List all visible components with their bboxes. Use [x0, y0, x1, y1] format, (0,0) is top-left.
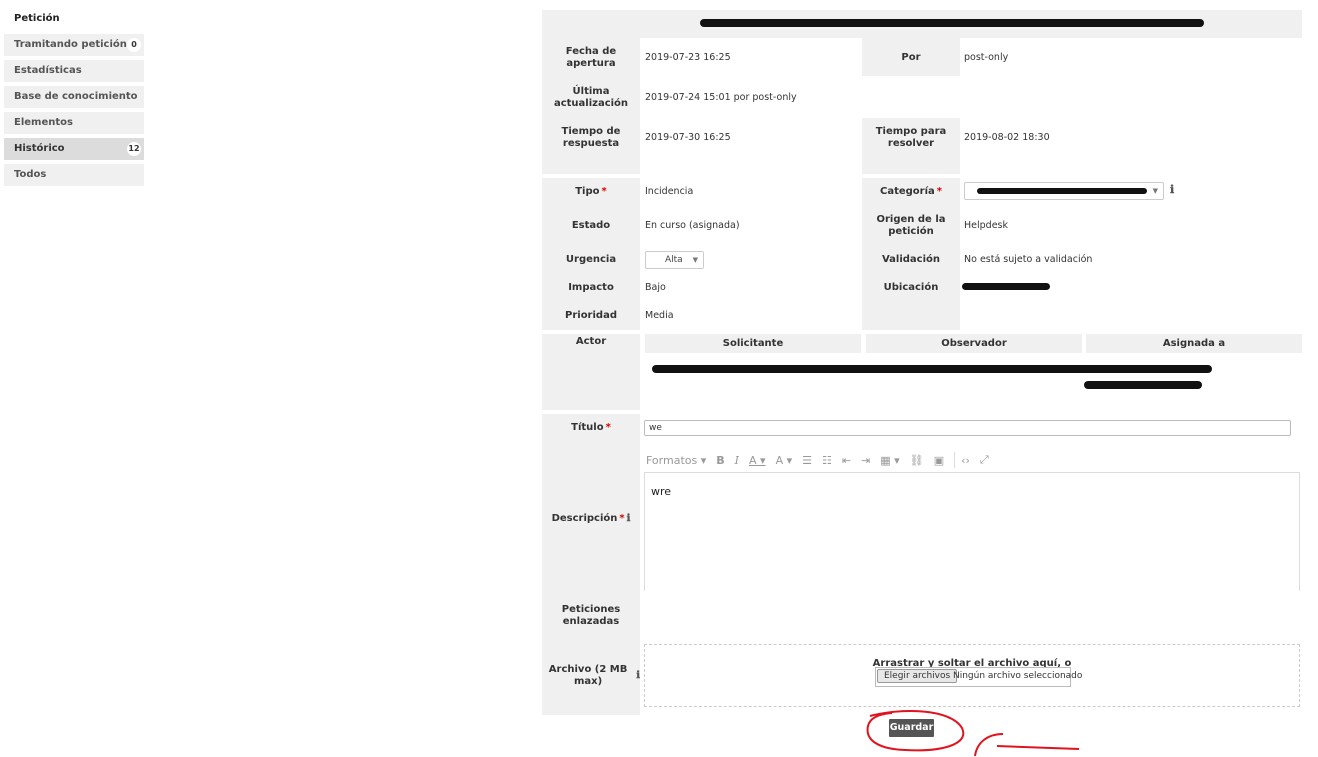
impacto-value: Bajo [645, 282, 666, 293]
chevron-down-icon: ▼ [692, 256, 698, 264]
count-badge: 12 [127, 142, 141, 156]
formats-dropdown[interactable]: Formatos ▾ [646, 454, 706, 467]
required-mark: * [601, 186, 607, 197]
linked-tickets-label: Peticiones enlazadas [561, 604, 621, 627]
fullscreen-icon[interactable]: ⤢ [980, 453, 989, 467]
sidebar-item-estadisticas[interactable]: Estadísticas [4, 60, 144, 82]
redacted-title [700, 19, 1204, 27]
source-code-icon[interactable]: ‹› [961, 454, 970, 467]
urgencia-select[interactable]: Alta ▼ [645, 251, 704, 269]
urgencia-value: Alta [665, 255, 683, 265]
categoria-label-text: Categoría [879, 186, 935, 197]
by-value: post-only [964, 52, 1009, 63]
response-time-value: 2019-07-30 16:25 [645, 132, 731, 143]
sidebar-item-historico[interactable]: Histórico 12 [4, 138, 144, 160]
urgencia-label: Urgencia [565, 254, 617, 265]
chevron-down-icon: ▼ [1152, 187, 1158, 195]
descripcion-label: Descripción * ℹ [542, 513, 640, 525]
last-update-label: Última actualización [553, 86, 629, 109]
response-time-label: Tiempo de respuesta [561, 126, 621, 149]
tipo-label: Tipo * [542, 186, 640, 198]
sidebar-heading[interactable]: Petición [4, 8, 144, 30]
origen-value: Helpdesk [964, 220, 1008, 231]
categoria-select[interactable]: ▼ [964, 182, 1164, 200]
validacion-label: Validación [881, 254, 941, 265]
opening-date-label: Fecha de apertura [565, 46, 617, 69]
outdent-icon[interactable]: ⇤ [842, 454, 851, 467]
ubicacion-label: Ubicación [883, 282, 939, 293]
solicitante-header: Solicitante [645, 334, 861, 353]
archivo-label: Archivo (2 MB max) ℹ [542, 664, 640, 688]
sidebar-item-label: Tramitando petición [14, 39, 127, 50]
description-editor[interactable]: wre [644, 472, 1300, 591]
archivo-label-text: Archivo (2 MB max) [548, 664, 628, 687]
required-mark: * [936, 186, 943, 197]
redacted-location [962, 283, 1050, 290]
sidebar-item-todos[interactable]: Todos [4, 164, 144, 186]
required-mark: * [619, 513, 625, 524]
info-icon[interactable]: ℹ [636, 670, 640, 682]
file-status: Ningún archivo seleccionado [953, 671, 1083, 681]
estado-value: En curso (asignada) [645, 220, 740, 231]
hook-annotation [974, 733, 1004, 757]
tipo-label-text: Tipo [575, 186, 600, 197]
bullet-list-icon[interactable]: ☰ [802, 454, 812, 467]
validacion-value: No está sujeto a validación [964, 254, 1093, 265]
ticket-form: Fecha de apertura 2019-07-23 16:25 Por p… [542, 10, 1302, 715]
sidebar: Petición Tramitando petición 0 Estadísti… [4, 8, 144, 186]
numbered-list-icon[interactable]: ☷ [822, 454, 832, 467]
bold-icon[interactable]: B [716, 454, 724, 467]
descripcion-label-text: Descripción [551, 513, 618, 524]
link-icon[interactable]: ⛓ [910, 454, 924, 467]
sidebar-item-label: Base de conocimiento [14, 91, 138, 102]
sidebar-item-label: Todos [14, 169, 47, 180]
background-color-icon[interactable]: A ▾ [776, 454, 793, 467]
redacted-assignee [1084, 381, 1202, 389]
description-text: wre [651, 485, 672, 498]
titulo-label: Título * [542, 422, 640, 434]
text-color-icon[interactable]: A ▾ [749, 454, 766, 467]
image-icon[interactable]: ▣ [934, 454, 944, 467]
sidebar-item-label: Histórico [14, 143, 65, 154]
italic-icon[interactable]: I [735, 454, 739, 467]
resolve-time-label: Tiempo para resolver [875, 126, 947, 149]
info-icon[interactable]: ℹ [627, 513, 631, 525]
origen-label: Origen de la petición [876, 214, 946, 237]
count-badge: 0 [127, 38, 141, 52]
table-icon[interactable]: ▦ ▾ [880, 454, 899, 467]
save-button[interactable]: Guardar [889, 719, 934, 737]
estado-label: Estado [571, 220, 611, 231]
by-label: Por [901, 52, 921, 63]
sidebar-item-label: Elementos [14, 117, 73, 128]
choose-files-button[interactable]: Elegir archivos [877, 669, 958, 683]
observador-header: Observador [866, 334, 1082, 353]
tipo-value: Incidencia [645, 186, 694, 197]
sidebar-item-label: Estadísticas [14, 65, 82, 76]
redacted-category [977, 188, 1147, 194]
last-update-value: 2019-07-24 15:01 por post-only [645, 92, 797, 103]
prioridad-label: Prioridad [565, 310, 617, 321]
form-title-bar [542, 10, 1302, 38]
required-mark: * [605, 422, 611, 433]
sidebar-item-elementos[interactable]: Elementos [4, 112, 144, 134]
titulo-label-text: Título [571, 422, 604, 433]
resolve-time-value: 2019-08-02 18:30 [964, 132, 1050, 143]
redacted-actors [652, 365, 1212, 373]
sidebar-item-base-conocimiento[interactable]: Base de conocimiento [4, 86, 144, 108]
formats-label: Formatos [646, 453, 698, 467]
sidebar-item-tramitando[interactable]: Tramitando petición 0 [4, 34, 144, 56]
opening-date-value: 2019-07-23 16:25 [645, 52, 731, 63]
titulo-input[interactable]: we [644, 420, 1291, 436]
toolbar-separator [954, 452, 956, 468]
indent-icon[interactable]: ⇥ [861, 454, 870, 467]
file-dropzone[interactable]: Arrastrar y soltar el archivo aquí, o El… [644, 644, 1300, 707]
prioridad-value: Media [645, 310, 674, 321]
info-icon[interactable]: ℹ [1170, 184, 1174, 196]
actor-label: Actor [575, 336, 607, 347]
categoria-label: Categoría * [862, 186, 960, 198]
impacto-label: Impacto [568, 282, 614, 293]
line-annotation [996, 745, 1080, 750]
asignada-header: Asignada a [1086, 334, 1302, 353]
editor-toolbar: Formatos ▾ B I A ▾ A ▾ ☰ ☷ ⇤ ⇥ ▦ ▾ ⛓ ▣ ‹… [646, 450, 999, 470]
